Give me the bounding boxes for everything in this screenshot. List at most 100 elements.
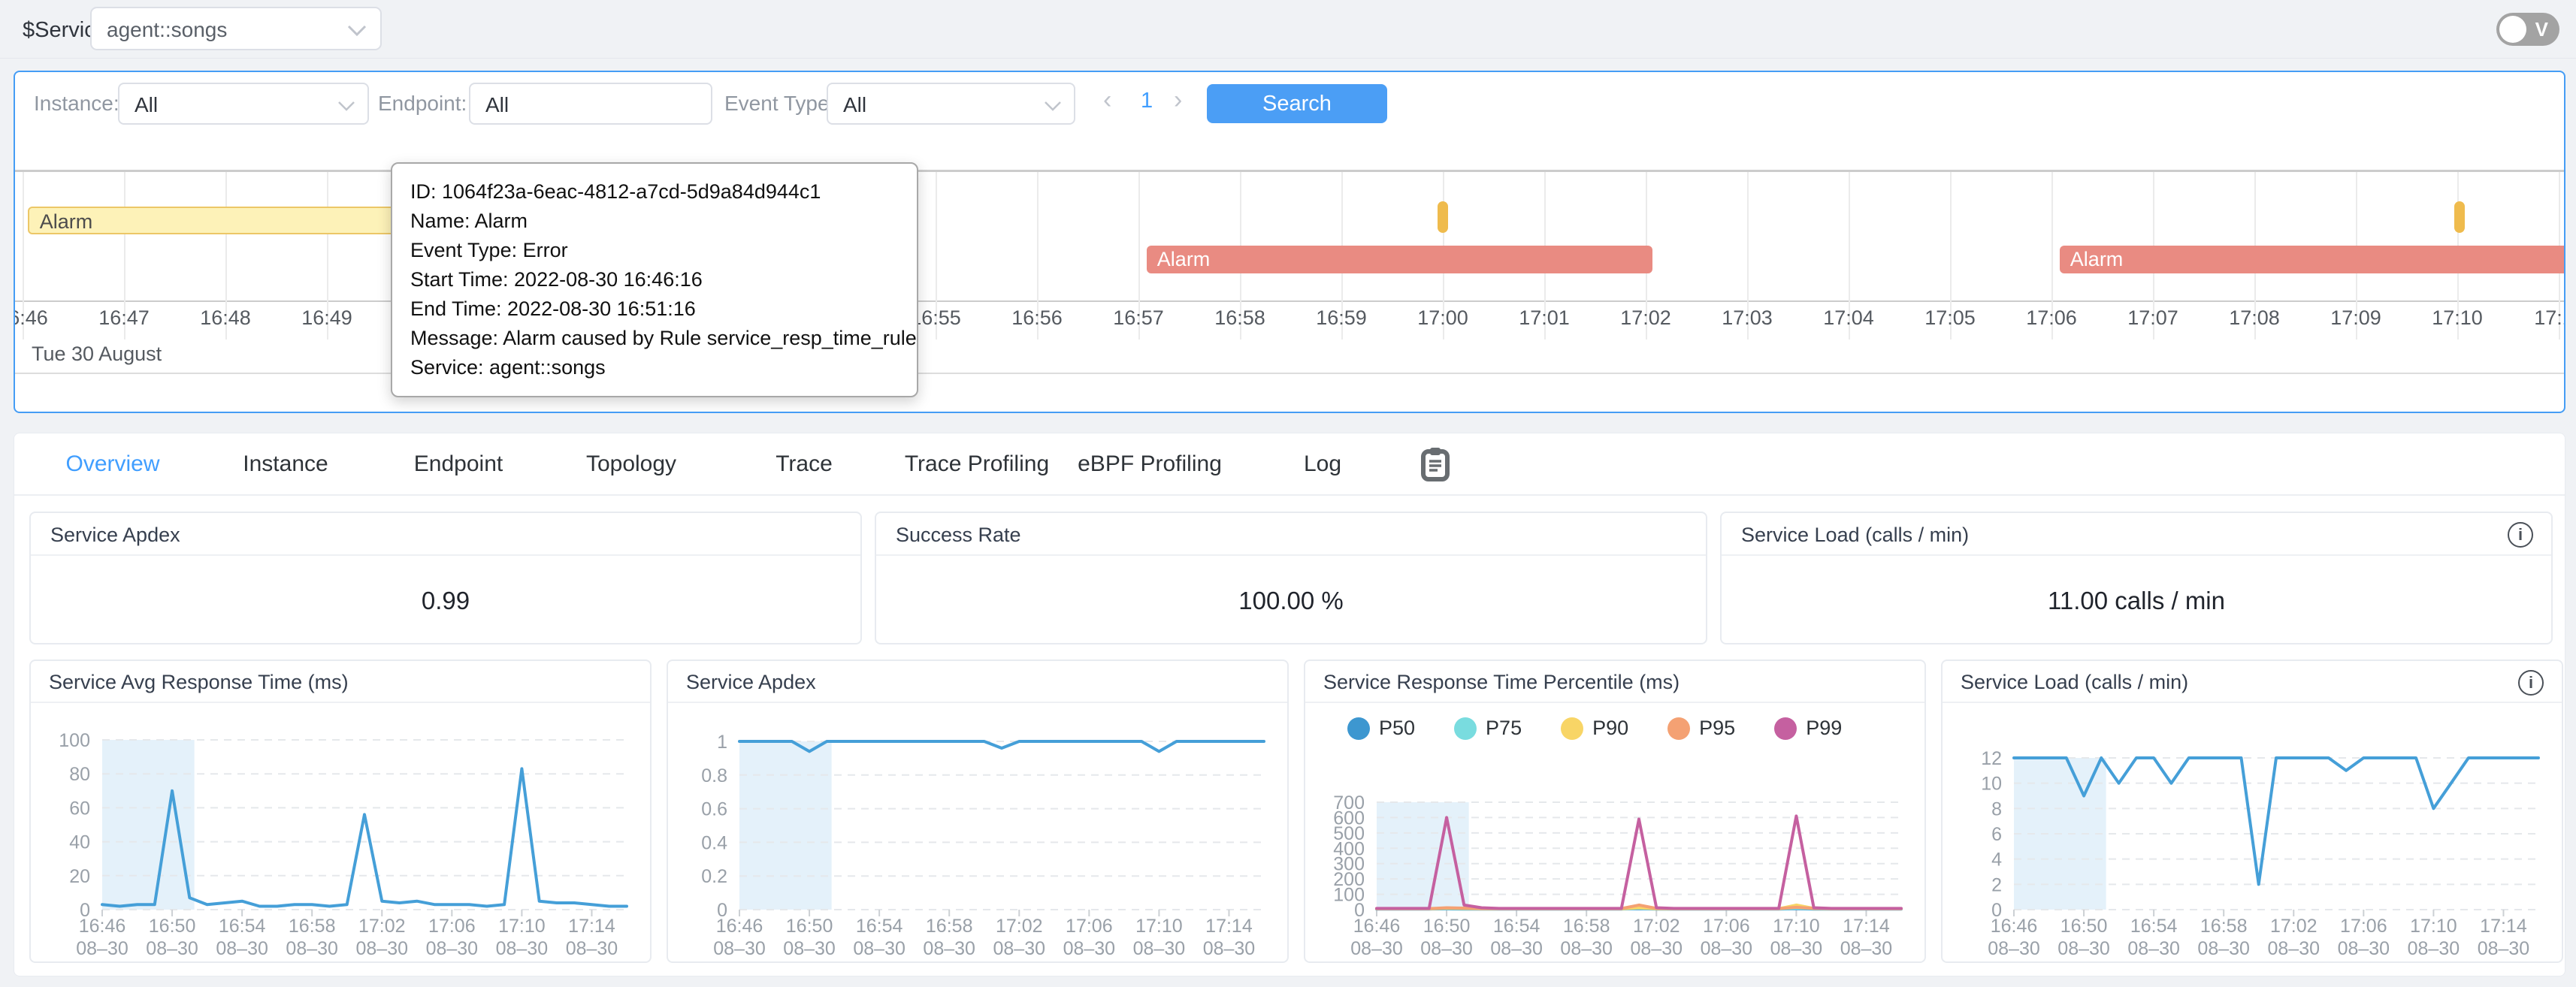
timeline-date-label: Tue 30 August [32,343,162,366]
timeline-time-label: 16:56 [984,306,1090,330]
endpoint-filter-label: Endpoint: [378,92,467,116]
legend-item-p75[interactable]: P75 [1454,717,1522,740]
tab-trace-profiling[interactable]: Trace Profiling [890,451,1063,477]
legend-item-p50[interactable]: P50 [1347,717,1415,740]
page-number[interactable]: 1 [1141,89,1153,113]
x-tick-sublabel: 08–30 [1701,938,1753,959]
tab-panel: OverviewInstanceEndpointTopologyTraceTra… [14,433,2565,976]
x-tick-label: 16:58 [926,916,973,937]
tooltip-line: End Time: 2022-08-30 16:51:16 [410,294,899,324]
tab-log[interactable]: Log [1236,451,1409,477]
timeline-time-label: 17:08 [2202,306,2307,330]
tab-instance[interactable]: Instance [199,451,372,477]
legend-item-p95[interactable]: P95 [1667,717,1735,740]
version-toggle[interactable]: V [2496,13,2559,46]
x-tick-sublabel: 08–30 [1560,938,1613,959]
timeline-time-label: 16:46 [14,306,75,330]
y-tick-label: 60 [69,798,90,819]
next-page-icon[interactable]: › [1174,86,1182,115]
legend-dot [1667,717,1690,740]
instance-select-value: All [135,93,158,117]
instance-filter-label: Instance: [34,92,119,116]
metric-card-title: Service Apdex [50,524,180,547]
x-tick-label: 17:06 [428,916,476,937]
clipboard-icon[interactable] [1420,446,1451,482]
timeline-time-label: 17:09 [2303,306,2408,330]
tab-overview[interactable]: Overview [26,451,199,477]
metric-card-title: Service Load (calls / min) [1741,524,1969,547]
tooltip-line: Name: Alarm [410,207,899,236]
x-tick-label: 17:06 [2340,916,2387,937]
x-tick-label: 16:54 [219,916,266,937]
y-tick-label: 0.4 [701,832,727,853]
metric-card-service-apdex: Service Apdex 0.99 [29,512,862,644]
x-tick-sublabel: 08–30 [853,938,906,959]
search-button[interactable]: Search [1207,84,1387,123]
x-tick-label: 17:02 [1633,916,1680,937]
endpoint-input-value: All [485,93,509,117]
timeline-time-label: 17:06 [1999,306,2104,330]
alarm-bar-label: Alarm [1157,248,1211,270]
info-icon[interactable]: i [2508,522,2533,548]
chart-legend: P50 P75 P90 P95 P99 [1347,717,1842,740]
chevron-down-icon [1044,101,1062,111]
x-tick-sublabel: 08–30 [713,938,766,959]
chart-title: Service Load (calls / min) [1961,671,2188,694]
x-tick-sublabel: 08–30 [216,938,268,959]
x-tick-label: 17:06 [1703,916,1750,937]
chart-card-header: Service Response Time Percentile (ms) [1305,661,1924,703]
x-tick-label: 16:58 [1563,916,1610,937]
event-type-select[interactable]: All [827,83,1075,125]
alarm-highlight-region [739,741,832,910]
chart-body: 00.20.40.60.8116:4608–3016:5008–3016:540… [668,703,1287,963]
event-type-select-value: All [843,93,866,117]
x-tick-sublabel: 08–30 [993,938,1046,959]
tab-endpoint[interactable]: Endpoint [372,451,545,477]
chart-title: Service Apdex [686,671,816,694]
x-tick-label: 16:50 [786,916,833,937]
tooltip-line: Start Time: 2022-08-30 16:46:16 [410,265,899,294]
x-tick-label: 17:14 [1205,916,1253,937]
endpoint-input[interactable]: All [469,83,712,125]
alarm-bar-error[interactable]: Alarm [2060,246,2565,273]
instance-select[interactable]: All [118,83,369,125]
x-tick-sublabel: 08–30 [1988,938,2040,959]
x-tick-sublabel: 08–30 [923,938,975,959]
y-tick-label: 40 [69,832,90,853]
legend-item-p90[interactable]: P90 [1561,717,1628,740]
y-tick-label: 0.8 [701,765,727,786]
tab-ebpf-profiling[interactable]: eBPF Profiling [1063,451,1236,477]
prev-page-icon[interactable]: ‹ [1103,86,1111,115]
event-tick-alarm[interactable] [1438,201,1448,233]
event-tick-alarm[interactable] [2454,201,2465,233]
service-select[interactable]: agent::songs [90,7,382,50]
x-tick-label: 17:14 [568,916,615,937]
chart-card: Service Response Time Percentile (ms) P50… [1304,660,1926,963]
x-tick-sublabel: 08–30 [1063,938,1116,959]
tooltip-line: Event Type: Error [410,236,899,265]
x-tick-sublabel: 08–30 [2057,938,2110,959]
legend-item-p99[interactable]: P99 [1774,717,1842,740]
chart-card-header: Service Apdex [668,661,1287,703]
legend-label: P75 [1486,717,1522,740]
x-tick-label: 16:54 [1493,916,1540,937]
chart-plot: 02468101216:4608–3016:5008–3016:5408–301… [1943,703,2562,963]
tab-topology[interactable]: Topology [545,451,718,477]
service-select-value: agent::songs [107,18,227,42]
y-tick-label: 700 [1333,792,1365,813]
alarm-bar-error[interactable]: Alarm [1147,246,1653,273]
x-tick-sublabel: 08–30 [496,938,549,959]
x-tick-sublabel: 08–30 [2197,938,2250,959]
x-tick-label: 17:02 [996,916,1043,937]
chart-plot: 02040608010016:4608–3016:5008–3016:5408–… [31,703,650,963]
chart-body: P50P75P90P95P99010020030040050060070016:… [1305,703,1924,963]
toggle-knob [2499,16,2526,43]
tab-bar: OverviewInstanceEndpointTopologyTraceTra… [14,433,2565,496]
x-tick-label: 16:50 [2060,916,2108,937]
chart-card-header: Service Avg Response Time (ms) [31,661,650,703]
y-tick-label: 4 [1991,850,2002,871]
chevron-down-icon [347,25,367,37]
info-icon[interactable]: i [2518,670,2544,696]
tab-trace[interactable]: Trace [718,451,890,477]
x-tick-label: 16:58 [289,916,336,937]
